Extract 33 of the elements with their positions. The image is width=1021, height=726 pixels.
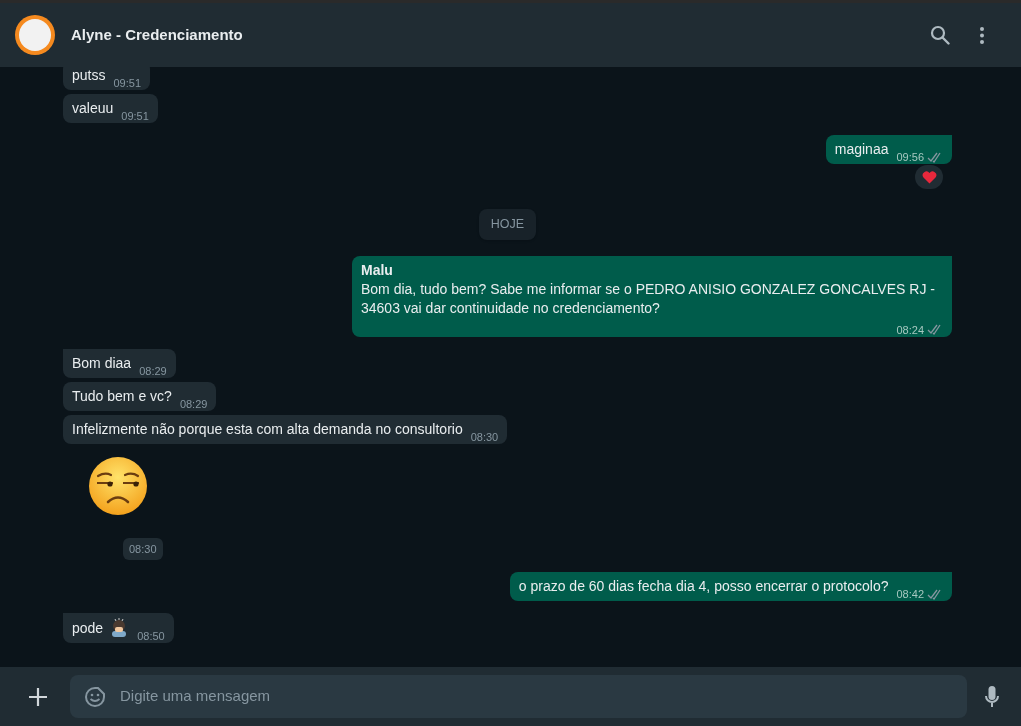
reaction-badge[interactable]	[915, 165, 943, 189]
message-input[interactable]: Digite uma mensagem	[70, 675, 967, 718]
message-time: 09:51	[121, 109, 149, 123]
chat-title: Alyne - Credenciamento	[71, 24, 243, 45]
message-text: Bom diaa	[72, 353, 132, 373]
message-time: 08:42	[896, 587, 924, 602]
menu-icon[interactable]	[980, 26, 984, 44]
message-text: Bom dia, tudo bem? Sabe me informar se o PEDRO ANISIO GONZALEZ GONCALVES RJ - 34603 vai dar continuidade no credenciamento?	[361, 279, 936, 318]
message-text: o prazo de 60 dias fecha dia 4, posso encerrar o protocolo?	[518, 577, 889, 597]
heart-icon	[921, 170, 937, 184]
date-separator: HOJE	[478, 209, 537, 240]
avatar[interactable]	[15, 15, 55, 55]
unamused-face-sticker	[88, 455, 148, 516]
message-time: 08:30	[470, 429, 499, 444]
message-time: 08:29	[179, 396, 208, 411]
plus-icon[interactable]	[28, 686, 48, 707]
microphone-icon[interactable]	[985, 685, 999, 708]
message-time: 09:51	[113, 76, 141, 90]
sender-name: Malu	[361, 260, 394, 280]
message-time: 08:29	[139, 363, 167, 378]
search-icon[interactable]	[930, 25, 950, 45]
message-text: Tudo bem e vc?	[72, 386, 172, 406]
message-text: maginaa	[834, 140, 889, 159]
message-text: putss	[72, 67, 106, 85]
message-time: 08:30	[123, 537, 163, 561]
message-text-input[interactable]: Digite uma mensagem	[120, 685, 953, 708]
message-time: 08:50	[137, 629, 165, 644]
sticker-icon[interactable]	[84, 685, 106, 708]
message-time: 09:56	[896, 150, 924, 164]
message-text: Infelizmente não porque esta com alta demanda no consultorio	[72, 419, 463, 439]
message-time: 08:24	[896, 322, 924, 337]
message-text: pode	[72, 619, 104, 639]
message-text: valeuu	[72, 99, 114, 118]
